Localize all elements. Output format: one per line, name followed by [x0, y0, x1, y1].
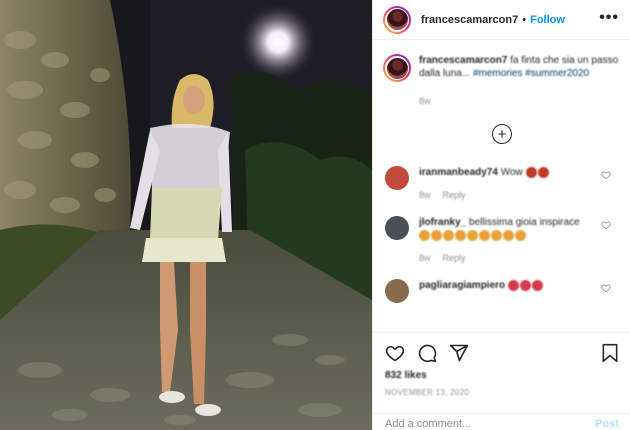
commenter-username[interactable]: pagliaragiampiero [419, 280, 505, 291]
add-comment-bar: Post [373, 413, 630, 430]
likes-count[interactable]: 832 likes [385, 370, 427, 381]
follow-button[interactable]: Follow [530, 14, 565, 26]
commenter-avatar[interactable] [385, 216, 409, 240]
emoji-icon [479, 229, 490, 241]
emoji-icon [491, 229, 502, 241]
caption-age: 8w [419, 96, 431, 106]
emoji-icon [419, 229, 430, 241]
comment-item: pagliaragiampiero [383, 279, 621, 303]
emoji-icon [519, 279, 531, 291]
emoji-icon [503, 229, 514, 241]
save-bookmark-icon[interactable] [601, 343, 619, 363]
comment-like-heart-icon[interactable] [601, 220, 611, 230]
comment-age: 8w [419, 190, 431, 200]
comment-age: 8w [419, 253, 431, 263]
emoji-icon [537, 166, 549, 178]
post-comment-button[interactable]: Post [595, 418, 619, 430]
like-heart-icon[interactable] [385, 343, 405, 363]
comment-item: iranmanbeady74 Wow 8w Reply [383, 166, 621, 202]
post-date: NOVEMBER 13, 2020 [385, 388, 470, 397]
commenter-avatar[interactable] [385, 166, 409, 190]
emoji-icon [515, 229, 526, 241]
emoji-icon [531, 279, 543, 291]
comment-like-heart-icon[interactable] [601, 283, 611, 293]
commenter-username[interactable]: iranmanbeady74 [419, 167, 498, 178]
emoji-icon [525, 166, 537, 178]
reply-button[interactable]: Reply [443, 253, 466, 263]
comment-body: iranmanbeady74 Wow 8w Reply [419, 166, 589, 202]
comment-container: iranmanbeady74 Wow 8w Reply jlofranky_ bel… [383, 166, 621, 303]
comment-like-heart-icon[interactable] [601, 170, 611, 180]
caption-username[interactable]: francescamarcon7 [419, 55, 507, 66]
add-comment-input[interactable] [385, 418, 575, 430]
commenter-username[interactable]: jlofranky_ [419, 217, 466, 228]
post-header: francescamarcon7 • Follow ••• [373, 0, 630, 40]
comment-item: jlofranky_ bellissima gioia inspirace 8w… [383, 216, 621, 265]
header-separator: • [522, 13, 527, 26]
header-username[interactable]: francescamarcon7 [421, 14, 518, 26]
comment-bubble-icon[interactable] [417, 343, 437, 363]
post-image [0, 0, 372, 430]
comment-meta: 8w Reply [419, 252, 589, 265]
emoji-icon [455, 229, 466, 241]
comments-list[interactable]: francescamarcon7 fa finta che sia un pas… [373, 40, 630, 332]
post-photo[interactable] [0, 0, 372, 430]
post-actions: 832 likes NOVEMBER 13, 2020 Post [373, 332, 630, 430]
emoji-icon [467, 229, 478, 241]
post-sidebar: francescamarcon7 • Follow ••• francescam… [372, 0, 630, 430]
profile-avatar[interactable] [383, 5, 411, 34]
comment-body: pagliaragiampiero [419, 279, 589, 303]
comment-meta: 8w Reply [419, 189, 589, 202]
caption-text-block: francescamarcon7 fa finta che sia un pas… [419, 54, 621, 82]
emoji-icon [507, 279, 519, 291]
emoji-icon [431, 229, 442, 241]
post-caption: francescamarcon7 fa finta che sia un pas… [383, 54, 621, 82]
load-more-comments-icon[interactable]: + [492, 124, 512, 144]
reply-button[interactable]: Reply [443, 190, 466, 200]
commenter-avatar[interactable] [385, 279, 409, 303]
comment-text: bellissima gioia inspirace [469, 217, 580, 228]
emoji-icon [443, 229, 454, 241]
share-paper-plane-icon[interactable] [449, 343, 469, 363]
caption-hashtags[interactable]: #memories #summer2020 [473, 68, 589, 79]
comment-body: jlofranky_ bellissima gioia inspirace 8w… [419, 216, 589, 265]
caption-avatar[interactable] [383, 54, 411, 82]
more-options-icon[interactable]: ••• [599, 9, 619, 27]
comment-text: Wow [500, 167, 523, 178]
